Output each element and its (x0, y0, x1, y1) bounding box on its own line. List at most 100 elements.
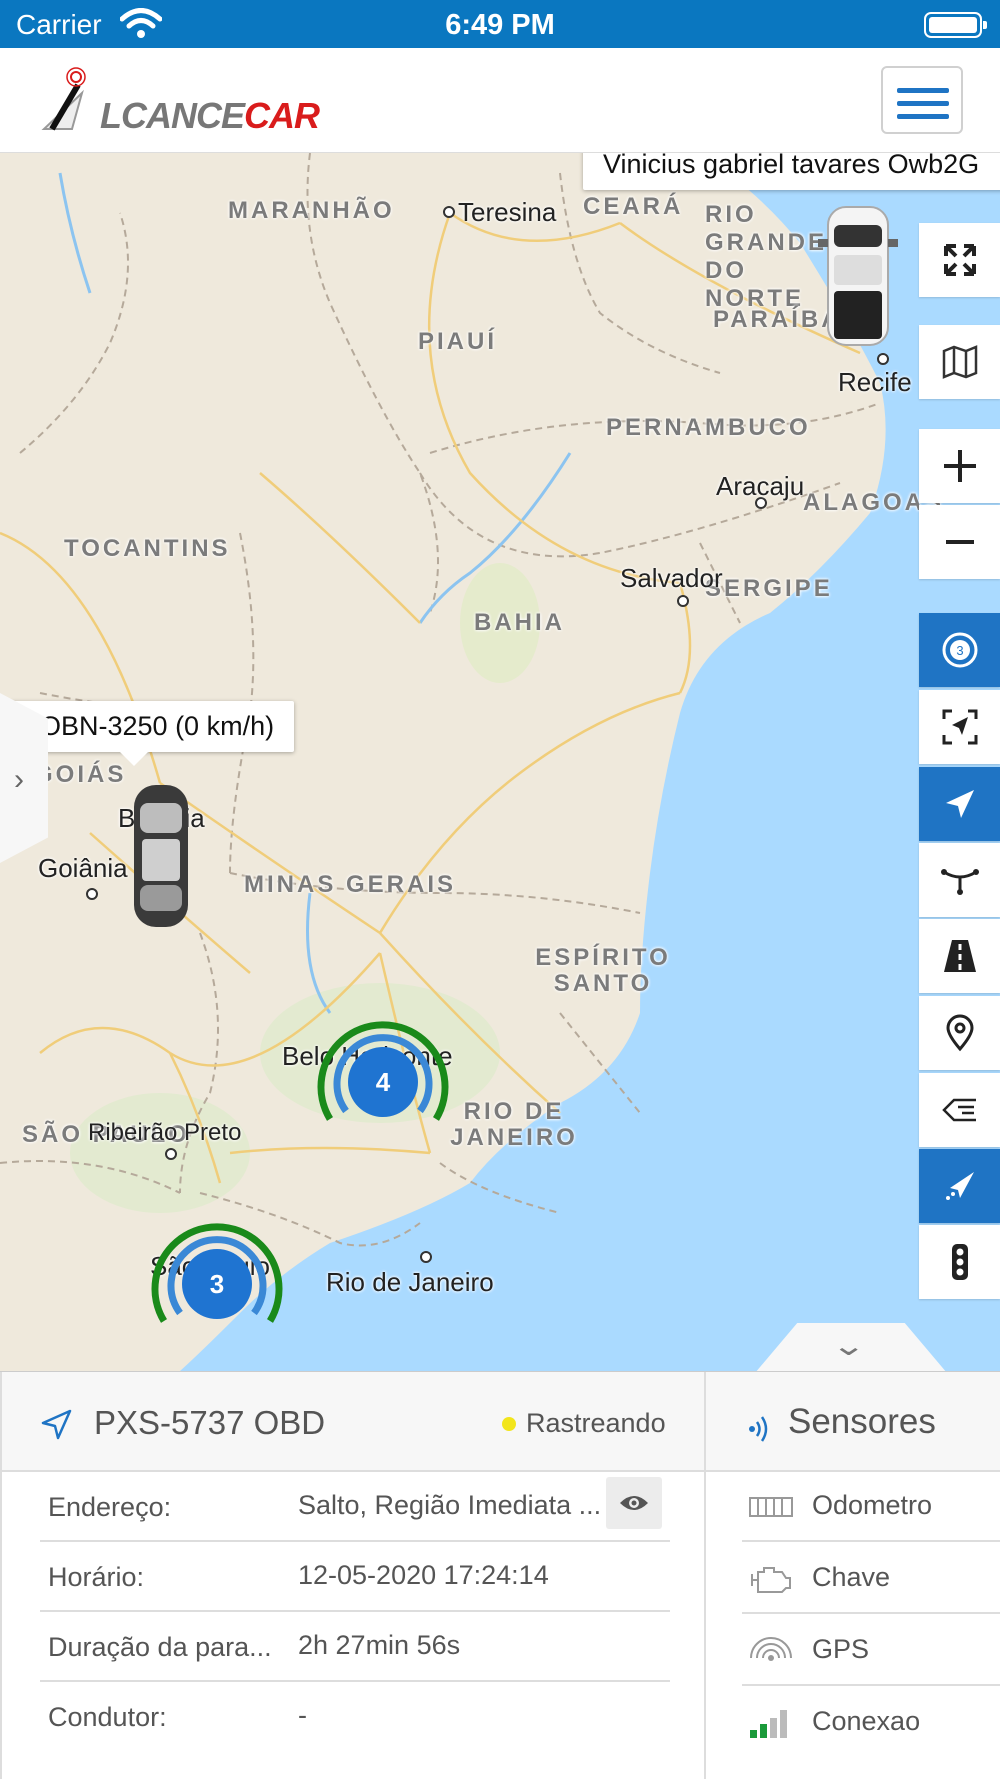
logo-text-car: CAR (244, 95, 320, 136)
map-state-label: TOCANTINS (64, 535, 231, 562)
odometer-icon (749, 1497, 793, 1517)
engine-icon (751, 1567, 791, 1593)
city-marker (677, 595, 689, 607)
vehicle-marker-sedan[interactable] (128, 781, 194, 931)
connection-bars-icon (750, 1710, 787, 1738)
detail-value: 12-05-2020 17:24:14 (298, 1560, 549, 1590)
status-indicator (502, 1417, 516, 1431)
view-address-button[interactable] (606, 1477, 662, 1529)
sensor-label: GPS (812, 1634, 870, 1664)
sensor-row-ignition[interactable]: Chave (742, 1544, 1000, 1614)
detail-row-driver: Condutor: - (40, 1682, 670, 1752)
vehicle-tooltip-left[interactable]: OBN-3250 (0 km/h) (10, 701, 295, 766)
road-icon (943, 940, 976, 972)
alcancecar-logo[interactable]: LCANCECAR (38, 63, 320, 143)
hamburger-menu-button[interactable] (881, 66, 963, 134)
detail-row-address: Endereço: Salto, Região Imediata ... (40, 1472, 670, 1542)
cluster-icon: 3 (942, 632, 977, 668)
map-layers-button[interactable] (919, 325, 1000, 399)
zoom-in-icon (943, 450, 976, 482)
map-state-label: SERGIPE (705, 575, 833, 602)
sensor-label: Conexao (812, 1706, 921, 1736)
gps-signal-icon (750, 1637, 792, 1661)
side-panel-toggle[interactable]: › (0, 693, 48, 863)
city-marker (420, 1251, 432, 1263)
detail-value: 2h 27min 56s (298, 1630, 461, 1660)
cluster-badge: 3 (956, 643, 963, 658)
map-city-label: Recife (838, 367, 912, 397)
map-state-label: MINAS GERAIS (244, 871, 457, 898)
center-vehicle-button[interactable] (919, 690, 1000, 764)
map-state-label: PIAUÍ (418, 328, 498, 355)
sensor-signal-icon (749, 1416, 768, 1442)
vehicle-tooltip-text: OBN-3250 (0 km/h) (40, 711, 275, 741)
city-marker (165, 1148, 177, 1160)
cluster-count: 4 (348, 1047, 418, 1117)
speed-filter-button[interactable] (919, 1073, 1000, 1147)
vehicle-cluster-sao-paulo[interactable]: 3 (142, 1209, 292, 1359)
vehicle-cluster-belo-horizonte[interactable]: 4 (308, 1007, 458, 1157)
map-city-label: Aracaju (716, 471, 805, 501)
vehicle-header: PXS-5737 OBD Rastreando (2, 1372, 704, 1472)
zoom-in-button[interactable] (919, 429, 1000, 503)
map-layers-icon (942, 345, 977, 379)
eye-icon (620, 1496, 648, 1510)
detail-label: Duração da para... (48, 1632, 272, 1662)
map-view[interactable]: MARANHÃO CEARÁ RIO GRANDE DO NORTE PIAUÍ… (0, 153, 1000, 1371)
route-button[interactable] (919, 843, 1000, 917)
vehicle-marker-pickup[interactable] (818, 201, 898, 351)
sensor-label: Odometro (812, 1490, 933, 1520)
zoom-out-icon (945, 540, 974, 544)
traffic-light-icon (951, 1244, 968, 1280)
zoom-out-button[interactable] (919, 505, 1000, 579)
tracking-status: Rastreando (526, 1408, 666, 1438)
city-marker (443, 206, 455, 218)
tracking-button[interactable] (919, 1149, 1000, 1223)
sensor-row-gps[interactable]: GPS (742, 1616, 1000, 1686)
clock: 6:49 PM (445, 9, 555, 41)
center-vehicle-icon (942, 709, 977, 745)
fullscreen-icon (943, 244, 976, 276)
fullscreen-button[interactable] (919, 223, 1000, 297)
app-header: LCANCECAR (0, 48, 1000, 153)
map-city-label: Rio de Janeiro (326, 1267, 494, 1297)
traffic-light-button[interactable] (919, 1225, 1000, 1299)
follow-vehicle-button[interactable] (919, 767, 1000, 841)
route-icon (940, 869, 979, 895)
map-state-label: RIO DE JANEIRO (450, 1098, 578, 1151)
detail-value: - (298, 1700, 307, 1730)
follow-vehicle-icon (945, 790, 974, 818)
sensor-label: Chave (812, 1562, 891, 1592)
city-marker (877, 353, 889, 365)
vehicle-plate: PXS-5737 OBD (94, 1404, 326, 1441)
detail-label: Condutor: (48, 1702, 167, 1732)
map-state-label: BAHIA (474, 609, 565, 636)
road-button[interactable] (919, 919, 1000, 993)
chevron-right-icon: › (14, 763, 24, 796)
map-state-label: PERNAMBUCO (606, 414, 811, 441)
city-marker (86, 888, 98, 900)
speed-icon (941, 1098, 976, 1122)
vehicle-tooltip-top[interactable]: Vinicius gabriel tavares Owb2G (583, 153, 1000, 190)
sensors-pane: Sensores Odometro Chave GPS Conexao (706, 1372, 1000, 1779)
map-city-label: Salvador (620, 563, 723, 593)
map-city-label: Teresina (458, 197, 557, 227)
chevron-down-icon: ⌄ (831, 1330, 867, 1361)
detail-label: Horário: (48, 1562, 145, 1592)
map-state-label: RIO GRANDE DO NORTE (705, 201, 828, 312)
cluster-toggle-button[interactable]: 3 (919, 613, 1000, 687)
map-city-label: Ribeirão Preto (88, 1119, 242, 1146)
location-pin-icon (945, 1014, 974, 1052)
vehicle-tooltip-text: Vinicius gabriel tavares Owb2G (603, 153, 980, 179)
sensors-title: Sensores (788, 1402, 936, 1441)
tracking-icon (945, 1172, 974, 1200)
map-state-label: ESPÍRITO SANTO (535, 944, 671, 997)
battery-icon (924, 12, 987, 38)
map-city-label: Goiânia (38, 853, 128, 883)
sensor-row-odometer[interactable]: Odometro (742, 1472, 1000, 1542)
map-state-label: CEARÁ (583, 193, 684, 220)
vehicle-info-panel: PXS-5737 OBD Rastreando Endereço: Salto,… (0, 1371, 1000, 1779)
map-state-label: MARANHÃO (228, 197, 395, 224)
sensor-row-connection[interactable]: Conexao (742, 1688, 1000, 1758)
location-pin-button[interactable] (919, 996, 1000, 1070)
